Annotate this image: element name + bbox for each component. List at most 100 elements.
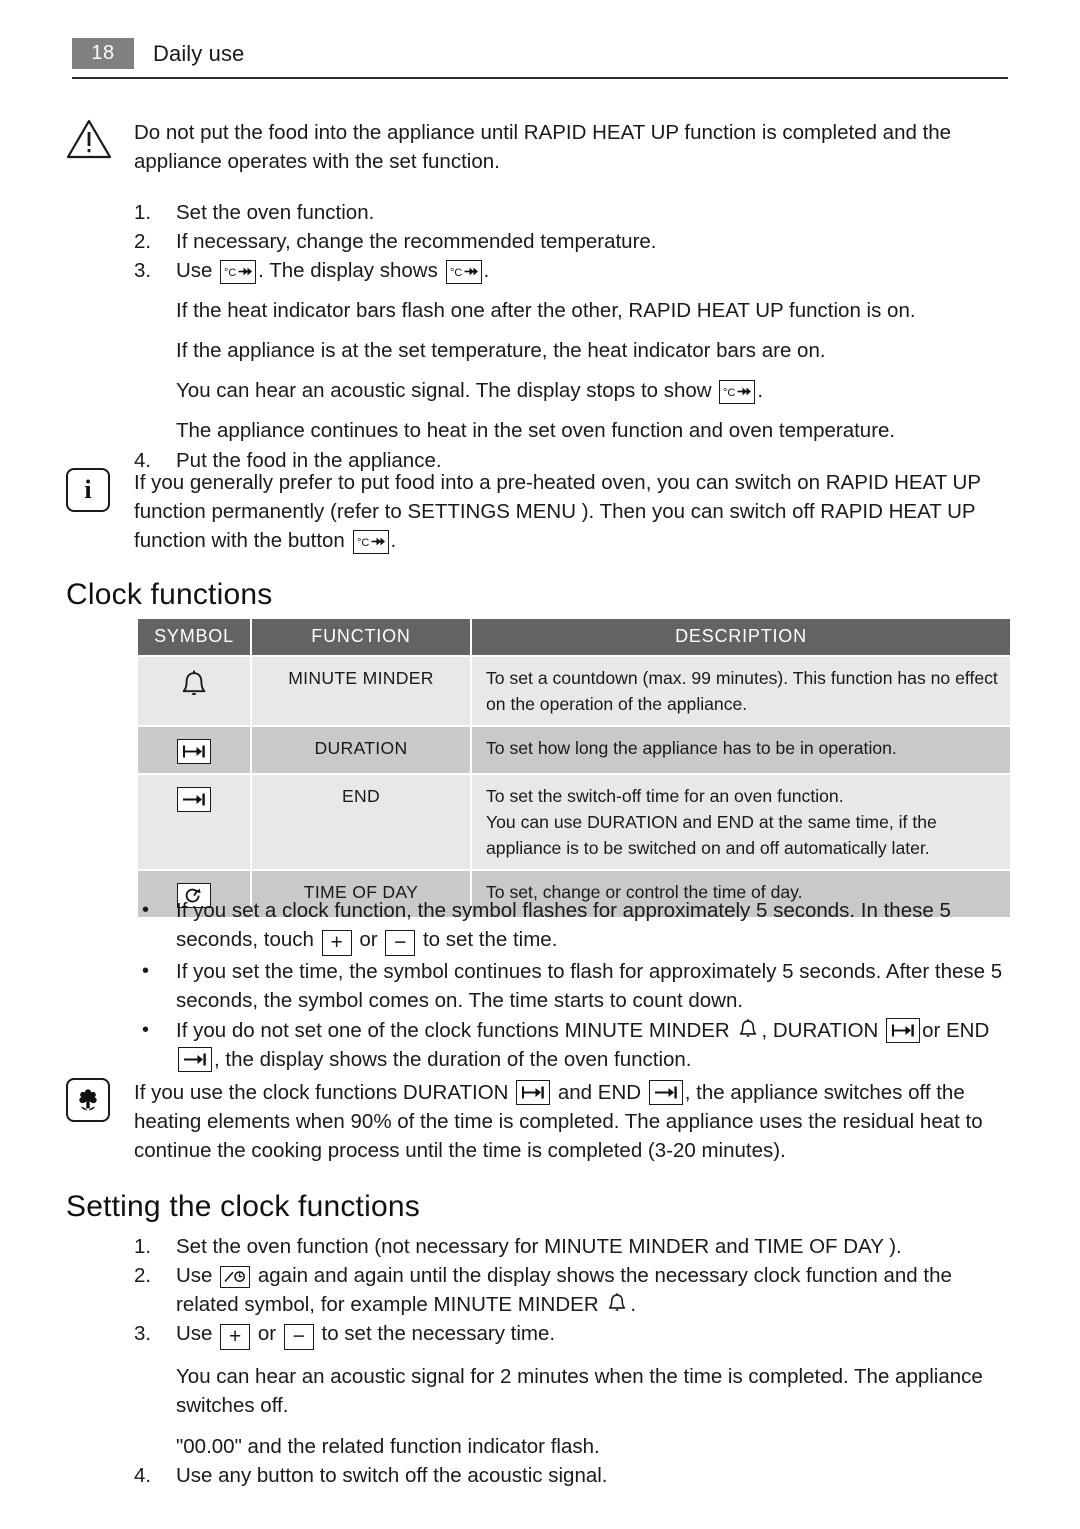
setting-steps-list: 1. Set the oven function (not necessary … bbox=[134, 1232, 1012, 1350]
description-cell: To set how long the appliance has to be … bbox=[472, 727, 1010, 773]
setting-step-1-text: Set the oven function (not necessary for… bbox=[176, 1235, 902, 1258]
table-row: END To set the switch-off time for an ov… bbox=[138, 775, 1010, 869]
bullet-3: • If you do not set one of the clock fun… bbox=[134, 1016, 1012, 1074]
function-cell: DURATION bbox=[252, 727, 470, 773]
setting-step-1: 1. Set the oven function (not necessary … bbox=[134, 1232, 1012, 1261]
plus-button-icon: + bbox=[220, 1323, 251, 1350]
rapid-note-3: You can hear an acoustic signal. The dis… bbox=[134, 376, 1012, 405]
step-3-text-a: Use bbox=[176, 259, 213, 282]
info-note: i If you generally prefer to put food in… bbox=[66, 468, 1012, 555]
rapid-note-1: If the heat indicator bars flash one aft… bbox=[176, 299, 916, 322]
page-header: 18 Daily use bbox=[72, 38, 1008, 80]
plus-button-icon: + bbox=[321, 929, 352, 956]
clock-function-bullets: • If you set a clock function, the symbo… bbox=[134, 896, 1012, 1074]
setting-clock-steps: 1. Set the oven function (not necessary … bbox=[134, 1232, 1012, 1490]
bullet-1-text-a: If you set a clock function, the symbol … bbox=[176, 899, 951, 951]
eco-flower-icon bbox=[66, 1078, 110, 1122]
setting-note-1: You can hear an acoustic signal for 2 mi… bbox=[176, 1364, 983, 1417]
minus-button-icon: − bbox=[283, 1323, 314, 1350]
eco-note-text: If you use the clock functions DURATION … bbox=[134, 1078, 1012, 1165]
bullet-2: • If you set the time, the symbol contin… bbox=[134, 957, 1012, 1015]
setting-step-4-marker: 4. bbox=[134, 1463, 152, 1487]
step-3: 3. Use °C . The display shows °C . bbox=[134, 256, 1012, 285]
clock-functions-table: SYMBOL FUNCTION DESCRIPTION MINUTE MINDE… bbox=[136, 617, 1012, 919]
clock-functions-button-icon bbox=[220, 1265, 251, 1288]
rapid-note-3-text-b: . bbox=[757, 379, 764, 402]
description-cell: To set the switch-off time for an oven f… bbox=[472, 775, 1010, 869]
setting-step-2: 2. Use again and again until the display… bbox=[134, 1261, 1012, 1319]
warning-note: Do not put the food into the appliance u… bbox=[66, 118, 1012, 176]
clock-functions-heading: Clock functions bbox=[66, 578, 273, 611]
symbol-cell bbox=[138, 657, 250, 725]
bullet-marker: • bbox=[142, 899, 150, 921]
setting-note-2: "00.00" and the related function indicat… bbox=[176, 1434, 600, 1458]
info-note-text-a: If you generally prefer to put food into… bbox=[134, 471, 981, 552]
end-icon bbox=[178, 1046, 212, 1072]
step-2-text: If necessary, change the recommended tem… bbox=[176, 230, 657, 253]
duration-icon bbox=[516, 1080, 551, 1105]
column-header-description: DESCRIPTION bbox=[472, 619, 1010, 655]
setting-step-2-marker: 2. bbox=[134, 1264, 152, 1287]
step-2-marker: 2. bbox=[134, 230, 152, 253]
step-1-text: Set the oven function. bbox=[176, 201, 375, 224]
rapid-heat-up-icon: °C bbox=[719, 379, 756, 404]
duration-icon bbox=[177, 739, 211, 764]
setting-step-4: 4. Use any button to switch off the acou… bbox=[134, 1461, 1012, 1490]
svg-text:°C: °C bbox=[723, 387, 735, 399]
eco-note-icon-wrap bbox=[66, 1078, 114, 1122]
info-note-text: If you generally prefer to put food into… bbox=[134, 468, 1012, 555]
description-cell: To set a countdown (max. 99 minutes). Th… bbox=[472, 657, 1010, 725]
rapid-steps-list: 1. Set the oven function. 2. If necessar… bbox=[134, 198, 1012, 285]
table-row: MINUTE MINDER To set a countdown (max. 9… bbox=[138, 657, 1010, 725]
setting-steps-list-cont: 4. Use any button to switch off the acou… bbox=[134, 1461, 1012, 1490]
column-header-symbol: SYMBOL bbox=[138, 619, 250, 655]
table-header-row: SYMBOL FUNCTION DESCRIPTION bbox=[138, 619, 1010, 655]
info-note-text-b: . bbox=[390, 529, 397, 552]
eco-note-text-b: and END bbox=[557, 1081, 642, 1104]
eco-note-text-a: If you use the clock functions DURATION bbox=[134, 1081, 509, 1104]
bullet-1: • If you set a clock function, the symbo… bbox=[134, 896, 1012, 956]
setting-step-3: 3. Use + or − to set the necessary time. bbox=[134, 1319, 1012, 1350]
duration-icon bbox=[886, 1017, 921, 1043]
rapid-heat-up-icon: °C bbox=[220, 259, 257, 284]
eco-note: If you use the clock functions DURATION … bbox=[66, 1078, 1012, 1165]
svg-text:°C: °C bbox=[224, 267, 236, 279]
svg-text:°C: °C bbox=[357, 537, 369, 549]
setting-step-3-marker: 3. bbox=[134, 1322, 152, 1345]
bell-icon bbox=[148, 669, 240, 701]
info-icon: i bbox=[66, 468, 110, 512]
setting-step-3-or: or bbox=[257, 1322, 277, 1345]
step-2: 2. If necessary, change the recommended … bbox=[134, 227, 1012, 256]
bullet-2-text: If you set the time, the symbol continue… bbox=[176, 959, 1003, 1012]
bullet-3-text-a: If you do not set one of the clock funct… bbox=[176, 1018, 730, 1042]
setting-step-3-text-b: to set the necessary time. bbox=[321, 1322, 556, 1345]
bell-icon bbox=[738, 1018, 758, 1041]
setting-step-1-marker: 1. bbox=[134, 1235, 152, 1258]
setting-step-2-text-a: Use bbox=[176, 1264, 213, 1287]
bell-icon bbox=[607, 1292, 627, 1315]
svg-text:°C: °C bbox=[450, 267, 462, 279]
warning-note-text: Do not put the food into the appliance u… bbox=[134, 121, 952, 173]
symbol-cell bbox=[138, 727, 250, 773]
setting-step-2-text-b: again and again until the display shows … bbox=[176, 1264, 952, 1316]
header-divider bbox=[72, 77, 1008, 79]
bullet-list: • If you set a clock function, the symbo… bbox=[134, 896, 1012, 1074]
bullet-3-text-c: or END bbox=[922, 1018, 990, 1042]
bullet-1-or: or bbox=[359, 928, 378, 951]
step-1: 1. Set the oven function. bbox=[134, 198, 1012, 227]
rapid-heat-up-steps: 1. Set the oven function. 2. If necessar… bbox=[134, 198, 1012, 475]
column-header-function: FUNCTION bbox=[252, 619, 470, 655]
step-1-marker: 1. bbox=[134, 201, 152, 224]
bullet-3-text-d: , the display shows the duration of the … bbox=[214, 1047, 692, 1071]
rapid-note-4: The appliance continues to heat in the s… bbox=[176, 419, 896, 442]
info-note-icon-wrap: i bbox=[66, 468, 114, 512]
setting-step-4-text: Use any button to switch off the acousti… bbox=[176, 1463, 608, 1487]
rapid-note-2: If the appliance is at the set temperatu… bbox=[176, 339, 826, 362]
bullet-3-text-b: , DURATION bbox=[761, 1018, 879, 1042]
step-3-text-b: . The display shows bbox=[258, 259, 438, 282]
function-cell: END bbox=[252, 775, 470, 869]
end-icon bbox=[648, 1080, 683, 1105]
rapid-heat-up-icon: °C bbox=[445, 259, 482, 284]
step-3-text-c: . bbox=[483, 259, 490, 282]
bullet-1-text-b: to set the time. bbox=[422, 928, 558, 951]
